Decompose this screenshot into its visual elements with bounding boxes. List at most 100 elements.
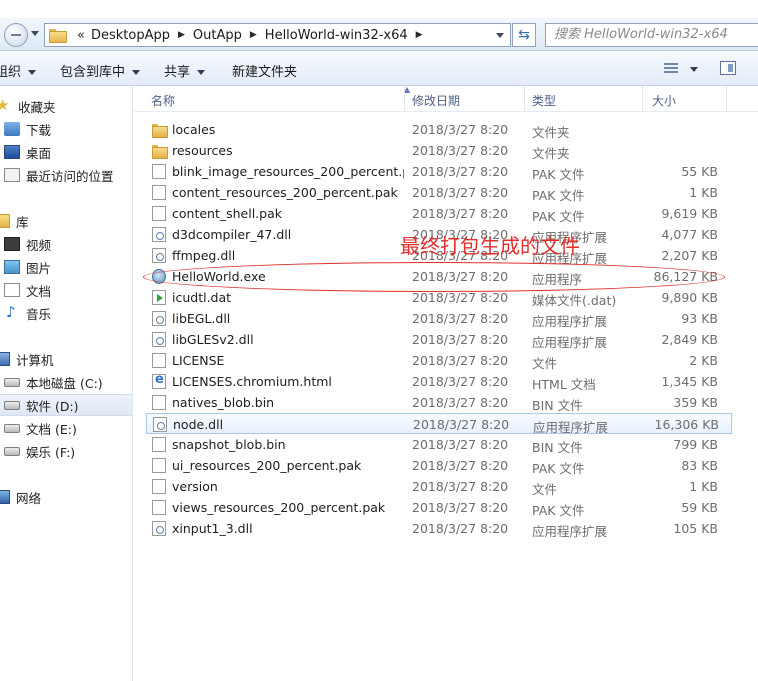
file-date: 2018/3/27 8:20 <box>412 374 509 389</box>
address-bar[interactable]: « DesktopApp ▶ OutApp ▶ HelloWorld-win32… <box>44 23 511 47</box>
file-date: 2018/3/27 8:20 <box>412 122 509 137</box>
sidebar-item-drive-f[interactable]: 娱乐 (F:) <box>4 440 136 462</box>
refresh-button[interactable]: ⇆ <box>512 23 536 47</box>
file-name: libGLESv2.dll <box>172 332 254 347</box>
column-header-name[interactable]: 名称 <box>151 92 175 109</box>
file-row[interactable]: blink_image_resources_200_percent.p... 20… <box>146 161 732 182</box>
navigation-pane: 收藏夹 下载 桌面 最近访问的位置 库 视频 图片 文档 音乐 计算机 本地磁盘… <box>0 86 133 681</box>
file-type: 应用程序扩展 <box>532 524 608 539</box>
file-date: 2018/3/27 8:20 <box>413 417 510 432</box>
explorer-window: « DesktopApp ▶ OutApp ▶ HelloWorld-win32… <box>0 0 758 681</box>
column-divider[interactable] <box>404 86 405 112</box>
chevron-down-icon[interactable] <box>690 67 698 72</box>
file-size: 59 KB <box>681 500 718 515</box>
sidebar-item-drive-d[interactable]: 软件 (D:) <box>0 394 132 416</box>
dll-icon <box>152 248 166 263</box>
download-icon <box>4 122 20 136</box>
file-row[interactable]: natives_blob.bin 2018/3/27 8:20 BIN 文件 359 … <box>146 392 732 413</box>
sidebar-item-music[interactable]: 音乐 <box>4 302 136 324</box>
file-date: 2018/3/27 8:20 <box>412 185 509 200</box>
html-icon <box>152 372 166 389</box>
refresh-icon: ⇆ <box>518 27 530 43</box>
file-name: version <box>172 479 218 494</box>
file-type: 媒体文件(.dat) <box>532 293 617 308</box>
file-row[interactable]: snapshot_blob.bin 2018/3/27 8:20 BIN 文件 799… <box>146 434 732 455</box>
file-row[interactable]: libGLESv2.dll 2018/3/27 8:20 应用程序扩展 2,849 K… <box>146 329 732 350</box>
file-date: 2018/3/27 8:20 <box>412 521 509 536</box>
file-type: PAK 文件 <box>532 503 585 518</box>
sidebar-item-recent[interactable]: 最近访问的位置 <box>4 164 136 186</box>
history-dropdown-icon[interactable] <box>31 31 39 36</box>
sidebar-item-label: 软件 (D:) <box>26 398 79 414</box>
file-size: 16,306 KB <box>654 417 719 432</box>
address-dropdown-icon[interactable] <box>496 33 504 38</box>
sidebar-item-drive-c[interactable]: 本地磁盘 (C:) <box>4 371 136 393</box>
file-name: libEGL.dll <box>172 311 231 326</box>
chevron-down-icon <box>28 70 37 75</box>
file-row[interactable]: node.dll 2018/3/27 8:20 应用程序扩展 16,306 KB <box>146 413 732 435</box>
file-name: ui_resources_200_percent.pak <box>172 458 362 473</box>
file-row[interactable]: LICENSES.chromium.html 2018/3/27 8:20 HTML… <box>146 371 732 392</box>
share-button[interactable]: 共享 <box>164 61 206 80</box>
sidebar-item-libraries[interactable]: 库 <box>0 210 126 232</box>
sidebar-item-favorites[interactable]: 收藏夹 <box>0 95 128 117</box>
file-row[interactable]: version 2018/3/27 8:20 文件 1 KB <box>146 476 732 497</box>
column-header-date[interactable]: 修改日期 <box>412 92 460 109</box>
back-button[interactable] <box>0 23 28 47</box>
file-name: content_shell.pak <box>172 206 282 221</box>
dll-icon <box>152 311 166 326</box>
sidebar-item-label: 下载 <box>26 122 52 138</box>
file-type: 文件 <box>532 356 558 371</box>
sidebar-item-network[interactable]: 网络 <box>0 486 126 508</box>
file-row[interactable]: views_resources_200_percent.pak 2018/3/27… <box>146 497 732 518</box>
search-input[interactable]: 搜索 HelloWorld-win32-x64 <box>545 23 758 47</box>
column-divider[interactable] <box>642 86 643 112</box>
breadcrumb-outapp[interactable]: OutApp <box>193 28 242 43</box>
column-header-size[interactable]: 大小 <box>652 92 676 109</box>
new-folder-button[interactable]: 新建文件夹 <box>232 61 297 80</box>
file-name: resources <box>172 143 233 158</box>
breadcrumb-arrow-icon[interactable]: ▶ <box>170 30 193 40</box>
sidebar-item-videos[interactable]: 视频 <box>4 233 136 255</box>
sidebar-item-downloads[interactable]: 下载 <box>4 118 136 140</box>
file-row[interactable]: locales 2018/3/27 8:20 文件夹 <box>146 119 732 140</box>
file-name: natives_blob.bin <box>172 395 275 410</box>
sidebar-item-label: 最近访问的位置 <box>26 168 114 184</box>
file-type: 文件夹 <box>532 146 570 161</box>
breadcrumb-desktopapp[interactable]: DesktopApp <box>91 28 170 43</box>
file-row[interactable]: xinput1_3.dll 2018/3/27 8:20 应用程序扩展 105 KB <box>146 518 732 539</box>
column-divider[interactable] <box>726 86 727 112</box>
file-size: 2 KB <box>689 353 718 368</box>
sidebar-item-drive-e[interactable]: 文档 (E:) <box>4 417 136 439</box>
breadcrumb-arrow-icon[interactable]: ▶ <box>408 30 431 40</box>
file-row[interactable]: LICENSE 2018/3/27 8:20 文件 2 KB <box>146 350 732 371</box>
file-row[interactable]: resources 2018/3/27 8:20 文件夹 <box>146 140 732 161</box>
include-library-button[interactable]: 包含到库中 <box>60 61 141 80</box>
file-row[interactable]: ui_resources_200_percent.pak 2018/3/27 8:… <box>146 455 732 476</box>
file-size: 2,849 KB <box>661 332 718 347</box>
breadcrumb-arrow-icon[interactable]: ▶ <box>242 30 265 40</box>
breadcrumb-current[interactable]: HelloWorld-win32-x64 <box>265 28 408 43</box>
document-icon <box>4 283 20 297</box>
organize-button[interactable]: 组织 <box>0 61 37 80</box>
sidebar-item-label: 桌面 <box>26 145 52 161</box>
sidebar-item-computer[interactable]: 计算机 <box>0 348 126 370</box>
file-row[interactable]: libEGL.dll 2018/3/27 8:20 应用程序扩展 93 KB <box>146 308 732 329</box>
file-row[interactable]: content_shell.pak 2018/3/27 8:20 PAK 文件 9,6… <box>146 203 732 224</box>
sidebar-item-desktop[interactable]: 桌面 <box>4 141 136 163</box>
breadcrumb-overflow[interactable]: « <box>71 28 91 43</box>
address-row: « DesktopApp ▶ OutApp ▶ HelloWorld-win32… <box>0 18 758 51</box>
column-divider[interactable] <box>524 86 525 112</box>
file-row[interactable]: content_resources_200_percent.pak 2018/3/… <box>146 182 732 203</box>
sidebar-item-label: 库 <box>16 214 29 230</box>
view-options-icon[interactable] <box>664 63 678 75</box>
sidebar-item-documents[interactable]: 文档 <box>4 279 136 301</box>
sidebar-item-pictures[interactable]: 图片 <box>4 256 136 278</box>
sidebar-item-label: 收藏夹 <box>18 99 56 115</box>
sidebar-item-label: 图片 <box>26 260 52 276</box>
column-header-type[interactable]: 类型 <box>532 92 556 109</box>
dll-icon <box>153 417 167 432</box>
file-icon <box>152 395 166 410</box>
share-label: 共享 <box>164 65 191 80</box>
preview-pane-icon[interactable] <box>720 61 736 75</box>
